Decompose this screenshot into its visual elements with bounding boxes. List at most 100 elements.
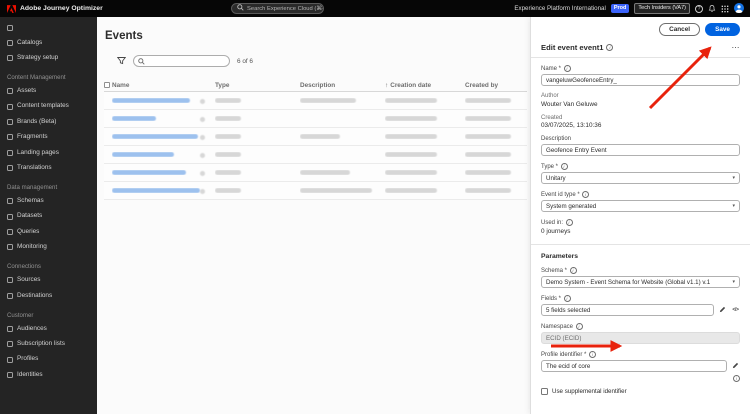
- cancel-button[interactable]: Cancel: [659, 23, 701, 36]
- help-button[interactable]: ?: [695, 4, 703, 13]
- description-field: Description Geofence Entry Event: [541, 136, 740, 156]
- search-icon: [138, 52, 145, 70]
- sidebar-item-catalogs[interactable]: Catalogs: [0, 35, 97, 50]
- redacted-text: [215, 134, 241, 139]
- sidebar-item-brands-beta[interactable]: Brands (Beta): [0, 114, 97, 129]
- profile-identifier-label: Profile identifier *: [541, 351, 587, 358]
- sidebar-item-content-templates[interactable]: Content templates: [0, 99, 97, 114]
- sidebar-item-destinations[interactable]: Destinations: [0, 288, 97, 303]
- global-search-placeholder: Search Experience Cloud (⌘+/): [247, 5, 324, 12]
- event-name-link[interactable]: [112, 98, 190, 103]
- edit-fields-button[interactable]: [718, 306, 727, 315]
- monitoring-icon: [7, 244, 13, 251]
- table-row[interactable]: [104, 164, 527, 182]
- column-header-type[interactable]: Type: [215, 82, 300, 89]
- edit-profile-identifier-button[interactable]: [731, 362, 740, 371]
- info-icon[interactable]: i: [569, 267, 577, 274]
- landing-pages-icon: [7, 149, 13, 156]
- audiences-icon: [7, 325, 13, 332]
- info-icon[interactable]: i: [565, 219, 573, 226]
- sandbox-picker[interactable]: Tech Insiders (VA7): [634, 3, 690, 14]
- sidebar-item-audiences[interactable]: Audiences: [0, 321, 97, 336]
- table-row[interactable]: [104, 92, 527, 110]
- event-name-link[interactable]: [112, 170, 186, 175]
- column-header-description[interactable]: Description: [300, 82, 385, 89]
- table-row[interactable]: [104, 128, 527, 146]
- sidebar-item-landing-pages[interactable]: Landing pages: [0, 145, 97, 160]
- column-header-created-by[interactable]: Created by: [465, 82, 527, 89]
- info-icon[interactable]: i: [575, 323, 583, 330]
- sidebar-item-home[interactable]: [0, 20, 97, 35]
- sidebar-item-strategy-setup[interactable]: Strategy setup: [0, 50, 97, 65]
- page-title: Events: [105, 30, 143, 42]
- redacted-text: [300, 98, 356, 103]
- sidebar-item-translations[interactable]: Translations: [0, 160, 97, 175]
- sidebar-item-schemas[interactable]: Schemas: [0, 193, 97, 208]
- more-actions-button[interactable]: ⋯: [732, 43, 741, 52]
- sidebar-item-sources[interactable]: Sources: [0, 273, 97, 288]
- bell-icon: [708, 0, 716, 18]
- redacted-text: [385, 116, 437, 121]
- info-icon[interactable]: i: [560, 163, 568, 170]
- info-icon[interactable]: i: [606, 44, 614, 51]
- event-name-link[interactable]: [112, 134, 198, 139]
- event-name-link[interactable]: [112, 188, 200, 193]
- fields-label: Fields *: [541, 295, 562, 302]
- name-label: Name *: [541, 65, 562, 72]
- info-icon[interactable]: i: [733, 375, 740, 382]
- sidebar-item-fragments[interactable]: Fragments: [0, 130, 97, 145]
- search-icon: [237, 4, 244, 13]
- view-payload-button[interactable]: </>: [731, 306, 740, 315]
- sidebar-item-queries[interactable]: Queries: [0, 224, 97, 239]
- type-field: Type * i Unitary ▾: [541, 163, 740, 184]
- event-name-link[interactable]: [112, 152, 174, 157]
- sidebar-item-subscription-lists[interactable]: Subscription lists: [0, 337, 97, 352]
- edit-event-panel: Cancel Save Edit event event1 i ⋯ Name *…: [530, 17, 750, 414]
- column-header-creation-date[interactable]: ↑ Creation date: [385, 82, 465, 89]
- info-icon[interactable]: i: [563, 295, 571, 302]
- type-select[interactable]: Unitary ▾: [541, 172, 740, 184]
- home-icon: [7, 24, 13, 31]
- panel-title: Edit event event1: [541, 43, 604, 52]
- profile-identifier-input[interactable]: The ecid of core: [541, 360, 727, 372]
- table-row[interactable]: [104, 110, 527, 128]
- sidebar-item-profiles[interactable]: Profiles: [0, 352, 97, 367]
- redacted-text: [215, 116, 241, 121]
- sidebar-item-assets[interactable]: Assets: [0, 83, 97, 98]
- sidebar-item-monitoring[interactable]: Monitoring: [0, 240, 97, 255]
- schema-select[interactable]: Demo System - Event Schema for Website (…: [541, 276, 740, 288]
- avatar[interactable]: [734, 0, 744, 18]
- notifications-button[interactable]: [708, 0, 716, 18]
- redacted-text: [385, 188, 437, 193]
- sidebar-item-label: Brands (Beta): [17, 117, 57, 125]
- select-all-checkbox[interactable]: [104, 82, 110, 88]
- fields-input[interactable]: 5 fields selected: [541, 304, 714, 316]
- table-row[interactable]: [104, 182, 527, 200]
- event-id-type-label: Event id type *: [541, 191, 580, 198]
- event-id-type-select[interactable]: System generated ▾: [541, 200, 740, 212]
- column-header-name[interactable]: Name: [112, 82, 215, 89]
- supplemental-identifier-label: Use supplemental identifier: [552, 388, 627, 395]
- supplemental-identifier-checkbox[interactable]: [541, 388, 548, 395]
- description-input[interactable]: Geofence Entry Event: [541, 144, 740, 156]
- name-input[interactable]: vangeluwGeofenceEntry_: [541, 74, 740, 86]
- sidebar-item-label: Strategy setup: [17, 53, 59, 61]
- list-search-input[interactable]: [133, 55, 230, 67]
- sidebar-item-identities[interactable]: Identities: [0, 367, 97, 382]
- info-icon[interactable]: i: [588, 351, 596, 358]
- assets-icon: [7, 88, 13, 95]
- funnel-icon: [116, 52, 127, 70]
- info-icon[interactable]: i: [582, 191, 590, 198]
- table-row[interactable]: [104, 146, 527, 164]
- filter-button[interactable]: [116, 52, 127, 70]
- event-row-icon: [200, 170, 205, 176]
- global-search-input[interactable]: Search Experience Cloud (⌘+/): [231, 3, 324, 14]
- sidebar-item-datasets[interactable]: Datasets: [0, 209, 97, 224]
- sources-icon: [7, 277, 13, 284]
- info-icon[interactable]: i: [563, 65, 571, 72]
- app-switcher-button[interactable]: [721, 0, 729, 18]
- save-button[interactable]: Save: [705, 23, 740, 36]
- redacted-text: [385, 170, 437, 175]
- catalogs-icon: [7, 39, 13, 46]
- event-name-link[interactable]: [112, 116, 156, 121]
